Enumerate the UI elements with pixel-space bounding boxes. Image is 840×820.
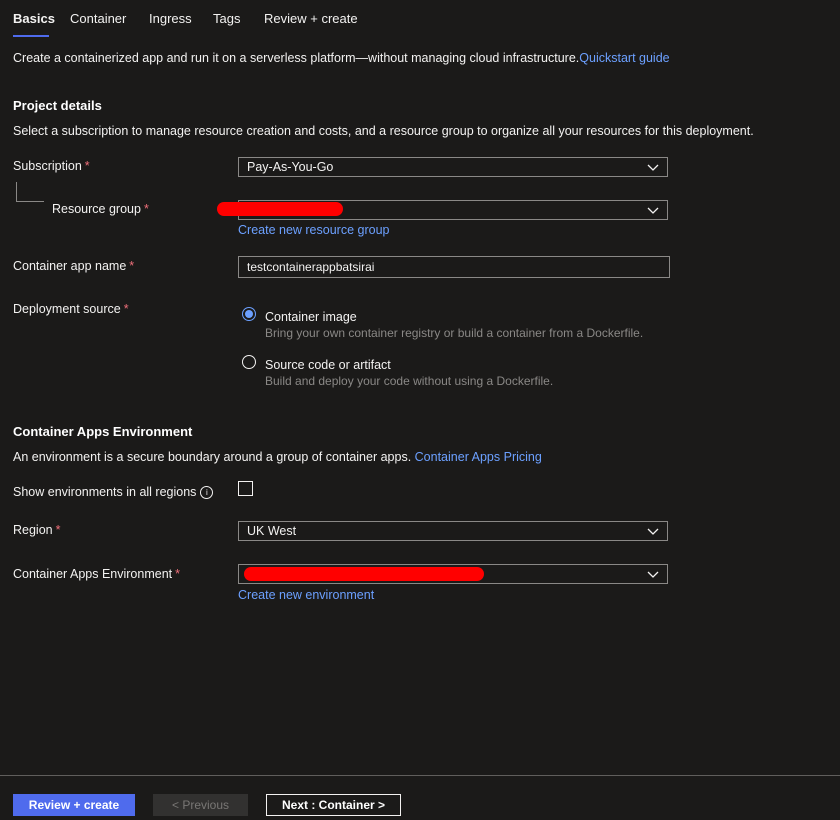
review-create-button[interactable]: Review + create [13,794,135,816]
required-marker: * [123,302,129,316]
tab-review-create[interactable]: Review + create [264,11,358,26]
previous-button[interactable]: < Previous [153,794,248,816]
required-marker: * [84,159,90,173]
show-all-regions-checkbox[interactable] [238,481,253,496]
quickstart-guide-link[interactable]: Quickstart guide [579,51,669,65]
region-dropdown[interactable]: UK West [238,521,668,541]
container-apps-pricing-link[interactable]: Container Apps Pricing [415,450,542,464]
subscription-label-text: Subscription [13,159,82,173]
subscription-label: Subscription * [13,159,90,173]
subscription-dropdown[interactable]: Pay-As-You-Go [238,157,668,177]
subscription-value: Pay-As-You-Go [247,160,334,174]
active-tab-indicator [13,35,49,37]
redaction-mark [244,567,484,581]
region-value: UK West [247,524,297,538]
resource-group-label: Resource group * [52,202,149,216]
next-container-button[interactable]: Next : Container > [266,794,401,816]
source-code-hint: Build and deploy your code without using… [265,374,554,388]
intro-text: Create a containerized app and run it on… [13,51,580,65]
create-resource-group-link[interactable]: Create new resource group [238,223,389,237]
source-code-option-label[interactable]: Source code or artifact [265,358,391,372]
create-new-environment-link[interactable]: Create new environment [238,588,374,602]
app-name-label: Container app name * [13,259,134,273]
info-icon[interactable]: i [200,486,214,500]
source-code-radio[interactable] [242,355,256,369]
environment-description-line: An environment is a secure boundary arou… [13,450,542,464]
intro-line: Create a containerized app and run it on… [13,51,670,65]
tab-container[interactable]: Container [70,11,126,26]
tab-tags[interactable]: Tags [213,11,240,26]
required-marker: * [175,567,180,581]
deployment-source-label-text: Deployment source [13,302,121,316]
environment-label-text: Container Apps Environment [13,567,173,581]
container-app-name-input[interactable] [238,256,670,278]
footer-divider [0,775,840,776]
chevron-down-icon [647,164,659,171]
show-all-regions-label: Show environments in all regions i [13,485,214,500]
project-details-description: Select a subscription to manage resource… [13,124,754,138]
region-label-text: Region [13,523,53,537]
redaction-mark [217,202,343,216]
project-details-heading: Project details [13,98,102,113]
container-image-option-label[interactable]: Container image [265,310,357,324]
required-marker: * [129,259,135,273]
chevron-down-icon [647,528,659,535]
deployment-source-label: Deployment source * [13,302,129,316]
tree-connector-vertical [16,182,17,201]
environment-description: An environment is a secure boundary arou… [13,450,412,464]
tab-ingress[interactable]: Ingress [149,11,192,26]
chevron-down-icon [647,207,659,214]
container-image-radio[interactable] [242,307,256,321]
required-marker: * [55,523,61,537]
tree-connector-horizontal [16,201,44,202]
required-marker: * [143,202,149,216]
environment-label: Container Apps Environment * [13,567,180,581]
chevron-down-icon [647,571,659,578]
environment-heading: Container Apps Environment [13,424,193,439]
tab-basics[interactable]: Basics [13,11,55,26]
app-name-label-text: Container app name [13,259,127,273]
container-image-hint: Bring your own container registry or bui… [265,326,644,340]
show-all-regions-label-text: Show environments in all regions [13,485,197,499]
region-label: Region * [13,523,61,537]
resource-group-label-text: Resource group [52,202,141,216]
